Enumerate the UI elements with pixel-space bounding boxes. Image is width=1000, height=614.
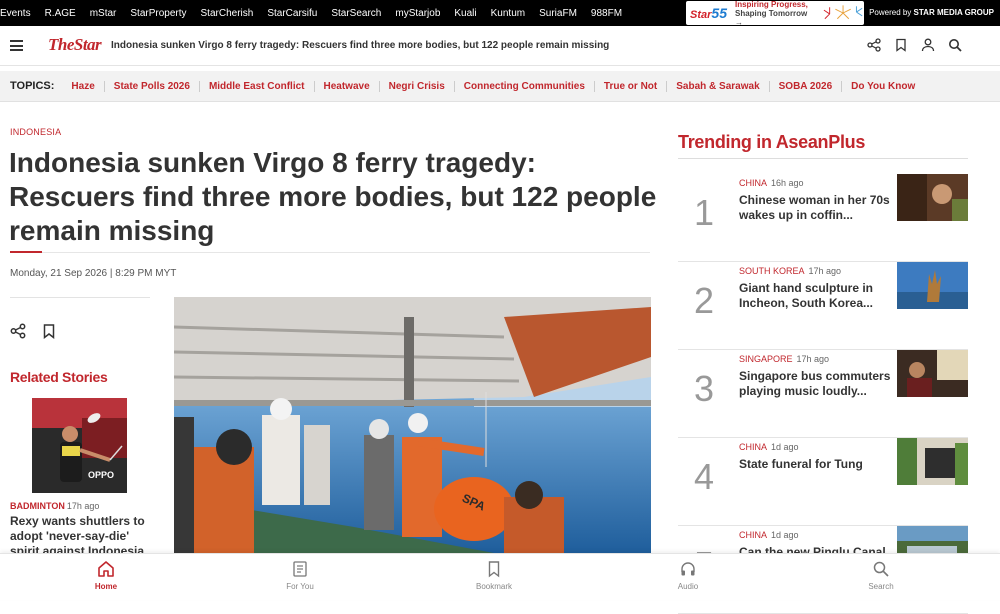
trending-rank: 1 <box>694 192 715 233</box>
trending-rank: 4 <box>694 456 715 497</box>
powered-by: Powered by STAR MEDIA GROUP <box>869 8 994 17</box>
topics-bar: TOPICS: Haze State Polls 2026 Middle Eas… <box>0 71 1000 102</box>
article-hero-image: SPA <box>174 297 651 553</box>
related-story-category: BADMINTON 17h ago <box>10 501 100 511</box>
nav-home[interactable]: Home <box>76 560 136 591</box>
nav-label: Bookmark <box>475 582 512 591</box>
title-divider <box>10 252 650 253</box>
trending-item[interactable]: 4 CHINA 1d ago State funeral for Tung <box>678 438 968 526</box>
site-logo[interactable]: TheStar <box>48 35 102 55</box>
topic-link[interactable]: True or Not <box>595 80 668 92</box>
network-links: Events R.AGE mStar StarProperty StarCher… <box>0 8 622 19</box>
network-link[interactable]: 988FM <box>591 8 622 19</box>
nav-label: Home <box>94 582 118 591</box>
for-you-icon <box>291 560 309 578</box>
trending-rank: 2 <box>694 280 715 321</box>
header-actions <box>854 38 962 52</box>
network-link[interactable]: StarProperty <box>130 8 186 19</box>
trending-thumbnail[interactable] <box>897 262 968 309</box>
trending-title[interactable]: State funeral for Tung <box>739 457 891 472</box>
menu-icon[interactable] <box>10 40 23 51</box>
trending-category: CHINA 1d ago <box>739 442 799 452</box>
bookmark-icon <box>485 560 503 578</box>
network-link[interactable]: Kuntum <box>491 8 525 19</box>
promo-line2: Shaping Tomorrow → <box>734 8 808 27</box>
svg-text:OPPO: OPPO <box>88 470 114 480</box>
topics-label: TOPICS: <box>10 80 55 92</box>
network-link[interactable]: R.AGE <box>45 8 76 19</box>
nav-search[interactable]: Search <box>851 560 911 591</box>
article-category[interactable]: INDONESIA <box>10 127 61 137</box>
trending-category: CHINA 1d ago <box>739 530 799 540</box>
related-story-image[interactable]: OPPO <box>32 398 127 493</box>
bookmark-icon[interactable] <box>894 38 908 52</box>
search-icon[interactable] <box>948 38 962 52</box>
title-accent-rule <box>10 251 42 253</box>
topic-link[interactable]: Do You Know <box>842 81 924 92</box>
network-link[interactable]: SuriaFM <box>539 8 577 19</box>
trending-thumbnail[interactable] <box>897 350 968 397</box>
network-link[interactable]: Events <box>0 8 31 19</box>
topic-link[interactable]: SOBA 2026 <box>770 80 843 92</box>
user-icon[interactable] <box>921 38 935 52</box>
bottom-navigation: Home For You Bookmark Audio Search <box>0 553 1000 600</box>
share-icon[interactable] <box>867 38 881 52</box>
trending-category: CHINA 16h ago <box>739 178 804 188</box>
nav-label: Audio <box>677 582 699 591</box>
nav-audio[interactable]: Audio <box>658 560 718 591</box>
network-link[interactable]: mStar <box>90 8 117 19</box>
topic-link[interactable]: Negri Crisis <box>380 80 455 92</box>
promo-tagline: Inspiring Progress, Shaping Tomorrow → <box>735 0 814 27</box>
trending-heading: Trending in AseanPlus <box>678 132 866 152</box>
trending-item[interactable]: 3 SINGAPORE 17h ago Singapore bus commute… <box>678 350 968 438</box>
trending-title[interactable]: Giant hand sculpture in Incheon, South K… <box>739 281 891 311</box>
promo-line1: Inspiring Progress, <box>734 0 808 9</box>
topic-link[interactable]: Middle East Conflict <box>200 80 315 92</box>
site-header: TheStar Indonesia sunken Virgo 8 ferry t… <box>0 26 1000 66</box>
trending-divider <box>678 158 968 159</box>
top-network-bar: Events R.AGE mStar StarProperty StarCher… <box>0 0 1000 27</box>
related-stories-heading: Related Stories <box>10 369 108 385</box>
trending-thumbnail[interactable] <box>897 438 968 485</box>
star55-promo-banner[interactable]: Star55 Inspiring Progress, Shaping Tomor… <box>686 0 864 27</box>
network-link[interactable]: Kuali <box>454 8 476 19</box>
header-headline: Indonesia sunken Virgo 8 ferry tragedy: … <box>111 40 610 51</box>
fireworks-icon <box>823 5 863 20</box>
network-link[interactable]: StarCarsifu <box>267 8 317 19</box>
search-icon <box>872 560 890 578</box>
nav-label: For You <box>286 582 314 591</box>
home-icon <box>97 560 115 578</box>
network-link[interactable]: StarSearch <box>331 8 381 19</box>
nav-for-you[interactable]: For You <box>270 560 330 591</box>
trending-item[interactable]: 1 CHINA 16h ago Chinese woman in her 70s … <box>678 174 968 262</box>
topic-link[interactable]: Haze <box>62 80 105 92</box>
trending-rank: 3 <box>694 368 715 409</box>
network-link[interactable]: myStarjob <box>395 8 440 19</box>
nav-bookmark[interactable]: Bookmark <box>464 560 524 591</box>
star55-logo: Star55 <box>690 5 727 21</box>
article-bookmark-icon[interactable] <box>43 324 55 340</box>
trending-title[interactable]: Chinese woman in her 70s wakes up in cof… <box>739 193 891 223</box>
sidebar-divider <box>10 297 150 298</box>
network-link[interactable]: StarCherish <box>201 8 254 19</box>
trending-category: SOUTH KOREA 17h ago <box>739 266 842 276</box>
article-date: Monday, 21 Sep 2026 | 8:29 PM MYT <box>10 268 177 279</box>
topic-link[interactable]: Heatwave <box>315 80 380 92</box>
topic-link[interactable]: Sabah & Sarawak <box>667 80 770 92</box>
trending-category: SINGAPORE 17h ago <box>739 354 830 364</box>
nav-label: Search <box>868 582 894 591</box>
article-title: Indonesia sunken Virgo 8 ferry tragedy: … <box>9 147 657 246</box>
topic-link[interactable]: State Polls 2026 <box>105 80 200 92</box>
article-share-icon[interactable] <box>10 323 26 339</box>
trending-item[interactable]: 2 SOUTH KOREA 17h ago Giant hand sculptur… <box>678 262 968 350</box>
topic-link[interactable]: Connecting Communities <box>455 80 595 92</box>
trending-title[interactable]: Singapore bus commuters playing music lo… <box>739 369 891 399</box>
trending-thumbnail[interactable] <box>897 174 968 221</box>
headphones-icon <box>679 560 697 578</box>
